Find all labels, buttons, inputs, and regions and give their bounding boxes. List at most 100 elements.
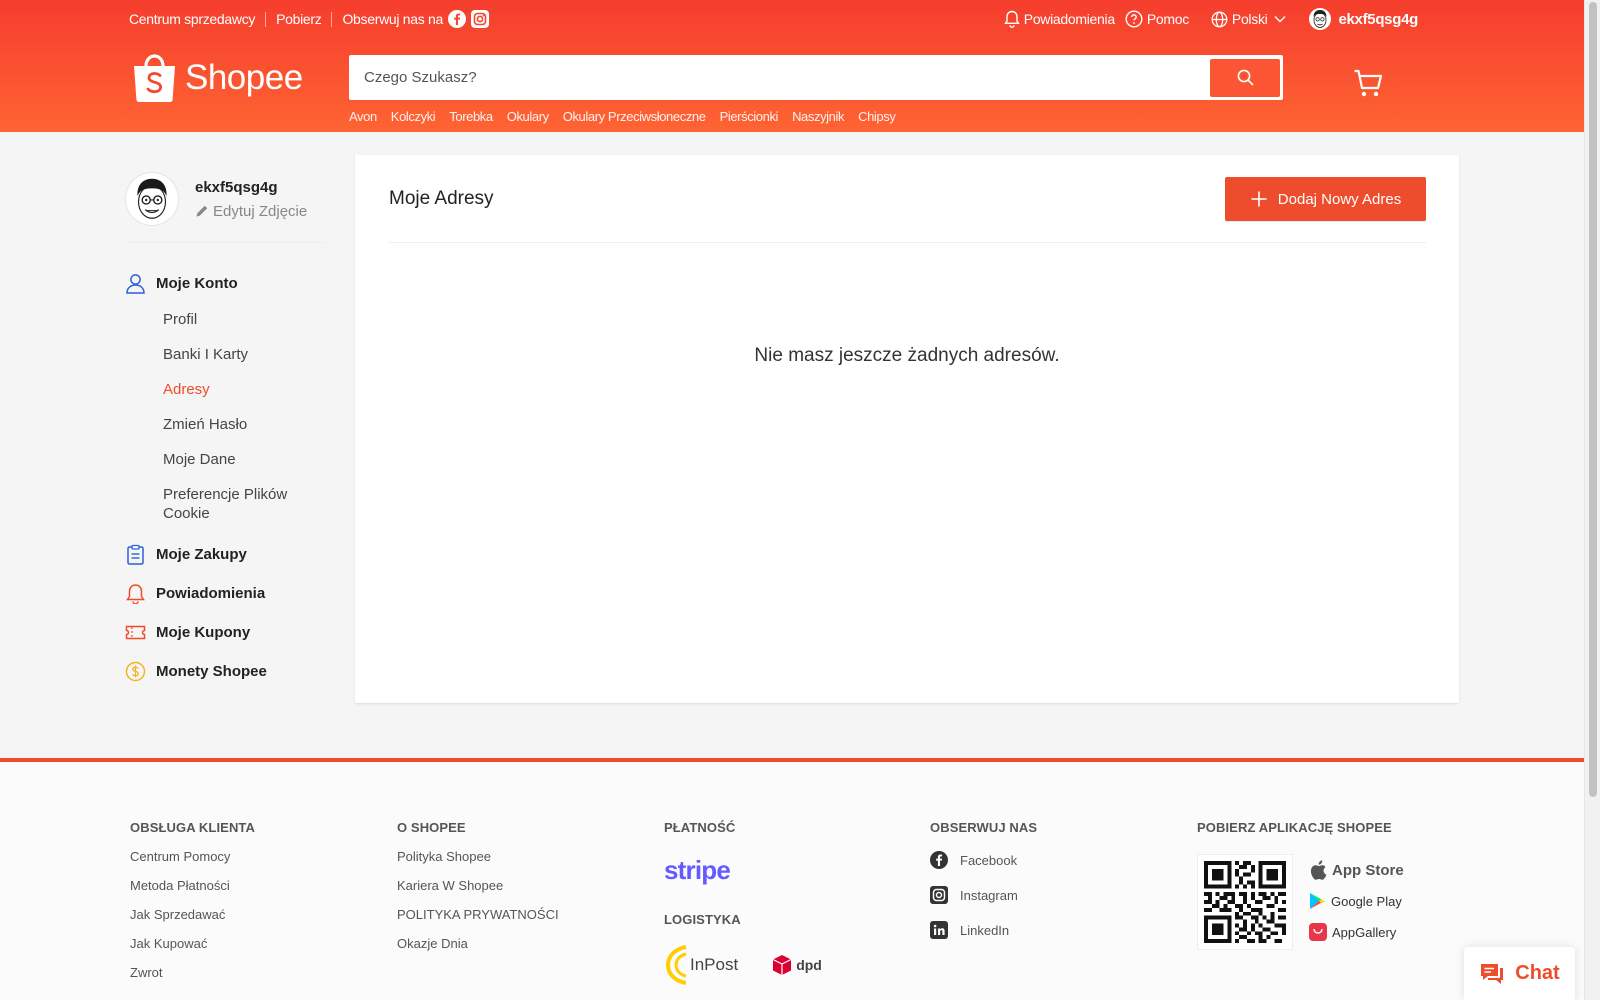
sidebar-item-change-password[interactable]: Zmień Hasło [163, 415, 345, 434]
search-button[interactable] [1210, 58, 1280, 97]
instagram-icon [930, 886, 948, 904]
cart-icon [1354, 69, 1383, 97]
coin-icon [125, 661, 146, 681]
sidebar-nav: Moje Konto Profil Banki I Karty Adresy Z… [125, 272, 345, 682]
footer-link[interactable]: Jak Kupować [130, 936, 255, 951]
sidebar-item-label: Monety Shopee [156, 662, 267, 680]
search-suggestion[interactable]: Avon [349, 109, 377, 124]
footer-link[interactable]: Okazje Dnia [397, 936, 559, 951]
store-label: Google Play [1331, 893, 1402, 909]
footer-link[interactable]: Zwrot [130, 965, 255, 980]
footer-linkedin-link[interactable]: LinkedIn [930, 920, 1037, 940]
qr-code [1197, 854, 1293, 950]
username: ekxf5qsg4g [1338, 10, 1418, 28]
user-menu[interactable]: ekxf5qsg4g [1309, 8, 1418, 30]
google-play-icon [1310, 893, 1325, 909]
footer-heading: O SHOPEE [397, 820, 466, 835]
search-input[interactable] [352, 58, 1210, 97]
add-address-button[interactable]: Dodaj Nowy Adres [1225, 177, 1426, 221]
google-play-link[interactable]: Google Play [1309, 887, 1404, 915]
divider [331, 11, 333, 27]
notifications-label: Powiadomienia [1023, 11, 1115, 27]
footer-facebook-link[interactable]: Facebook [930, 850, 1037, 870]
follow-us-label: Obserwuj nas na [342, 11, 444, 27]
shopee-logo[interactable]: Shopee [132, 53, 303, 103]
sidebar-item-label: Moje Kupony [156, 623, 251, 641]
plus-icon [1251, 191, 1267, 207]
footer: OBSŁUGA KLIENTA Centrum Pomocy Metoda Pł… [0, 758, 1584, 1000]
bell-icon [1003, 10, 1020, 28]
sidebar-divider [125, 242, 325, 243]
globe-icon [1211, 11, 1228, 27]
edit-photo-link[interactable]: Edytuj Zdjęcie [195, 203, 307, 220]
dpd-label: dpd [796, 957, 822, 973]
search-suggestion[interactable]: Naszyjnik [792, 109, 844, 124]
page-title: Moje Adresy [389, 188, 494, 209]
facebook-icon[interactable] [448, 10, 467, 28]
notifications-link[interactable]: Powiadomienia [1003, 10, 1115, 28]
sidebar-item-notifications[interactable]: Powiadomienia [125, 582, 345, 604]
help-icon [1125, 10, 1143, 28]
footer-link[interactable]: Metoda Płatności [130, 878, 255, 893]
search-suggestions: Avon Kolczyki Torebka Okulary Okulary Pr… [349, 109, 909, 124]
footer-link[interactable]: Kariera W Shopee [397, 878, 559, 893]
search-suggestion[interactable]: Okulary [507, 109, 549, 124]
sidebar-item-my-data[interactable]: Moje Dane [163, 450, 345, 469]
sidebar-item-label: Moje Zakupy [156, 545, 247, 563]
sidebar-item-my-purchases[interactable]: Moje Zakupy [125, 543, 345, 565]
search-suggestion[interactable]: Kolczyki [391, 109, 436, 124]
download-link[interactable]: Pobierz [276, 11, 322, 27]
header: Centrum sprzedawcy Pobierz Obserwuj nas … [0, 0, 1584, 132]
footer-link[interactable]: Polityka Shopee [397, 849, 559, 864]
search-suggestion[interactable]: Chipsy [858, 109, 896, 124]
footer-link[interactable]: POLITYKA PRYWATNOŚCI [397, 907, 559, 922]
sidebar-item-my-account[interactable]: Moje Konto [125, 272, 345, 294]
clipboard-icon [127, 544, 144, 565]
instagram-icon[interactable] [471, 10, 490, 28]
search-bar [349, 55, 1283, 100]
social-label: LinkedIn [960, 922, 1010, 938]
seller-center-link[interactable]: Centrum sprzedawcy [129, 11, 255, 27]
scrollbar[interactable] [1584, 0, 1600, 1000]
sidebar-item-cookie-preferences[interactable]: Preferencje Plików Cookie [163, 485, 313, 523]
scrollbar-thumb[interactable] [1589, 2, 1597, 797]
footer-heading: PŁATNOŚĆ [664, 820, 736, 835]
chat-label: Chat [1515, 962, 1560, 984]
chat-icon [1481, 963, 1504, 984]
cart-button[interactable] [1353, 68, 1383, 103]
sidebar-item-addresses[interactable]: Adresy [163, 380, 345, 399]
coupon-icon [125, 625, 146, 639]
language-selector[interactable]: Polski [1211, 11, 1288, 28]
logo-text: Shopee [185, 58, 303, 97]
chat-button[interactable]: Chat [1464, 947, 1575, 1000]
sidebar-item-my-coupons[interactable]: Moje Kupony [125, 621, 345, 643]
apple-icon [1310, 860, 1327, 880]
help-label: Pomoc [1146, 11, 1189, 27]
sidebar-item-shopee-coins[interactable]: Monety Shopee [125, 660, 345, 682]
addresses-card: Moje Adresy Dodaj Nowy Adres Nie masz je… [355, 155, 1459, 703]
inpost-logo: InPost [664, 945, 738, 985]
footer-instagram-link[interactable]: Instagram [930, 885, 1037, 905]
app-store-link[interactable]: App Store [1309, 856, 1404, 884]
search-icon [1237, 69, 1253, 86]
footer-customer-service: OBSŁUGA KLIENTA Centrum Pomocy Metoda Pł… [130, 820, 255, 980]
avatar [1309, 8, 1332, 30]
search-suggestion[interactable]: Pierścionki [720, 109, 779, 124]
divider [265, 11, 267, 27]
footer-link[interactable]: Centrum Pomocy [130, 849, 255, 864]
footer-payment: PŁATNOŚĆ stripe LOGISTYKA InPost dpd [664, 820, 822, 985]
search-suggestion[interactable]: Torebka [449, 109, 493, 124]
topbar: Centrum sprzedawcy Pobierz Obserwuj nas … [129, 8, 1418, 30]
sidebar-item-banks-cards[interactable]: Banki I Karty [163, 345, 345, 364]
help-link[interactable]: Pomoc [1125, 10, 1189, 28]
avatar[interactable] [125, 172, 179, 226]
app-gallery-link[interactable]: AppGallery [1309, 918, 1404, 946]
dpd-logo: dpd [772, 954, 822, 976]
footer-link[interactable]: Jak Sprzedawać [130, 907, 255, 922]
search-suggestion[interactable]: Okulary Przeciwsłoneczne [563, 109, 706, 124]
sidebar-item-label: Powiadomienia [156, 584, 266, 602]
stripe-logo: stripe [664, 855, 731, 885]
sidebar-item-profile[interactable]: Profil [163, 310, 345, 329]
profile-username: ekxf5qsg4g [195, 178, 278, 196]
footer-heading: OBSERWUJ NAS [930, 820, 1038, 835]
